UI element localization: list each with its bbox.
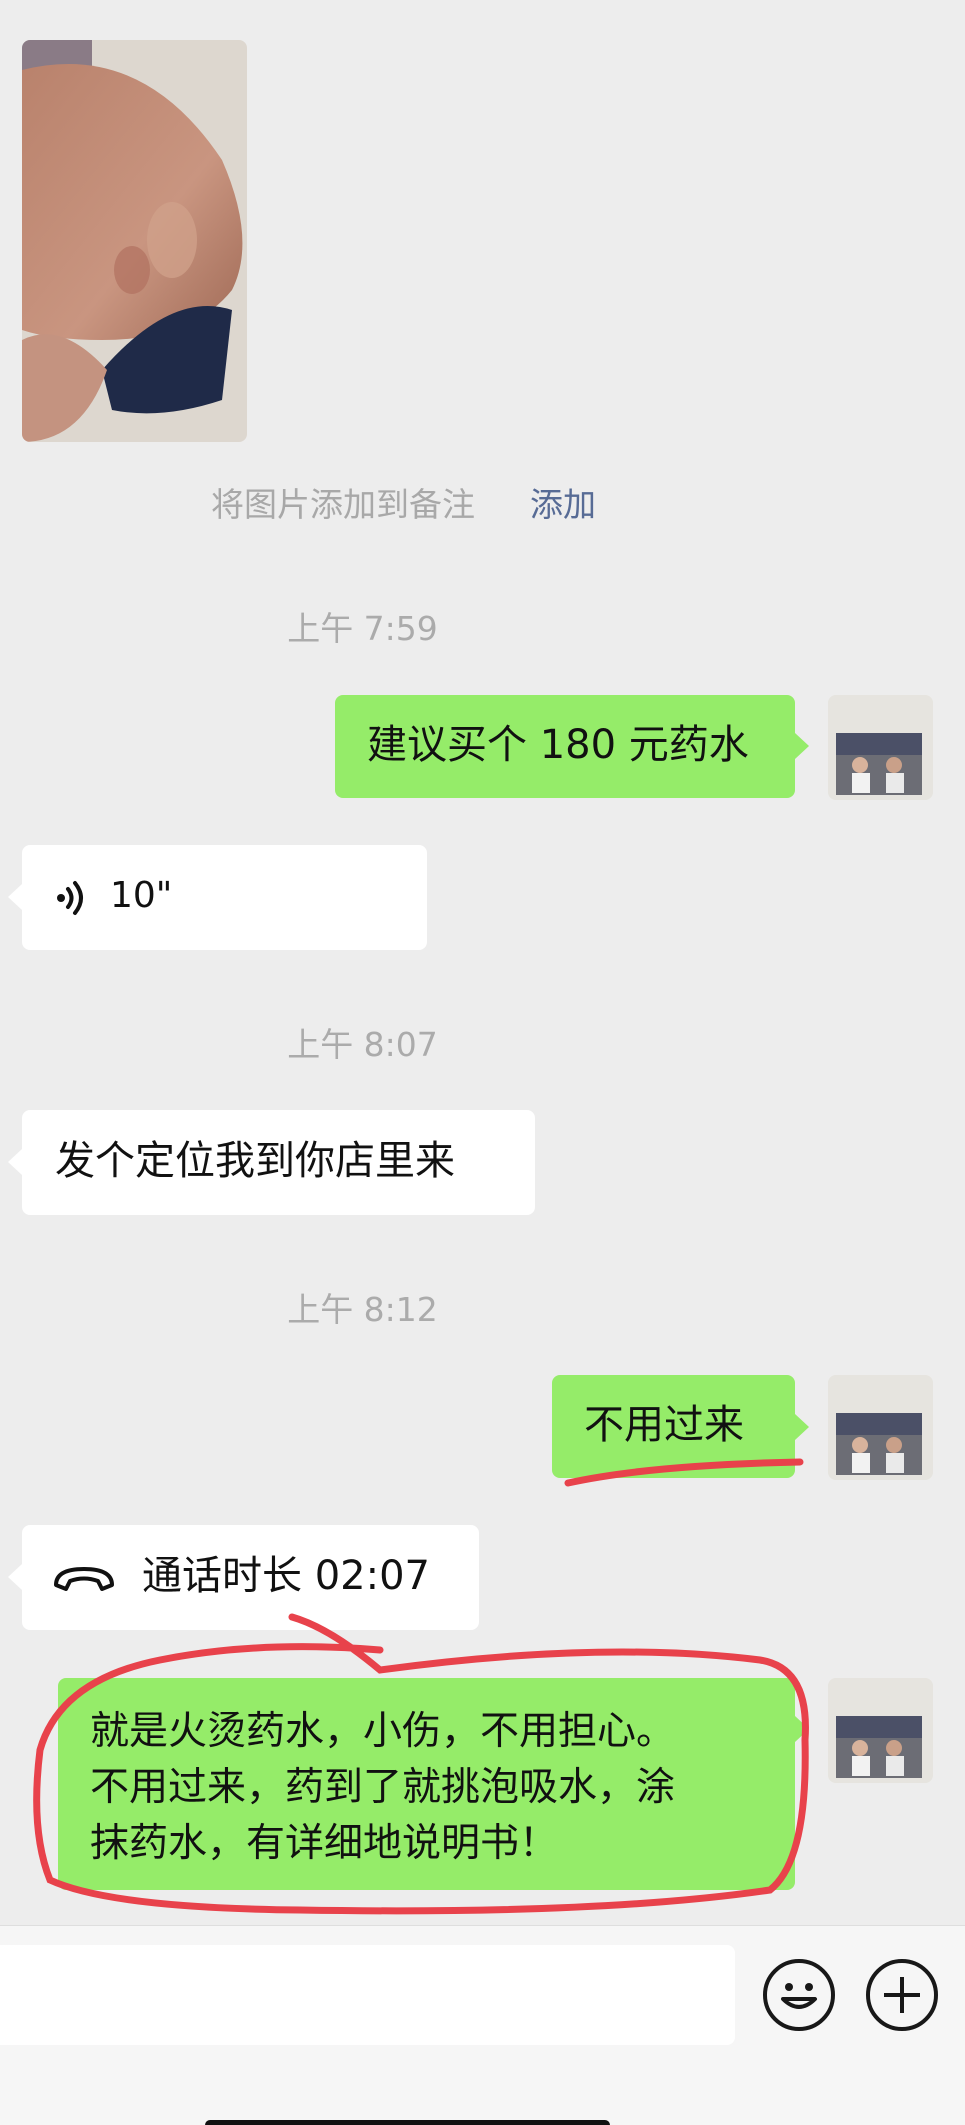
more-button[interactable]	[866, 1959, 938, 2031]
voice-wave-icon	[57, 881, 83, 915]
message-bubble-received[interactable]: 发个定位我到你店里来	[22, 1110, 535, 1215]
plus-icon	[884, 1977, 920, 2013]
home-indicator	[205, 2120, 610, 2125]
voice-duration: 10"	[110, 875, 173, 916]
message-line: 抹药水，有详细地说明书！	[90, 1821, 559, 1866]
message-bubble-sent[interactable]: 建议买个 180 元药水	[335, 695, 795, 798]
voice-message[interactable]: 10"	[22, 845, 427, 950]
message-text: 不用过来	[584, 1402, 744, 1448]
timestamp: 上午 8:07	[287, 1025, 438, 1064]
photo-message[interactable]	[22, 40, 247, 442]
bubble-tail	[795, 1716, 809, 1742]
add-note-link[interactable]: 添加	[530, 478, 596, 526]
bubble-tail	[8, 1564, 22, 1590]
my-avatar[interactable]	[828, 1678, 933, 1783]
bubble-tail	[8, 1149, 22, 1175]
emoji-icon	[781, 1983, 817, 2009]
bubble-tail	[8, 884, 22, 910]
phone-hangup-icon	[54, 1567, 114, 1591]
message-line: 就是火烫药水，小伤，不用担心。	[90, 1709, 676, 1754]
bubble-tail	[795, 1414, 809, 1440]
emoji-button[interactable]	[763, 1959, 835, 2031]
message-text: 发个定位我到你店里来	[55, 1138, 455, 1184]
message-text: 建议买个 180 元药水	[367, 722, 749, 768]
my-avatar[interactable]	[828, 695, 933, 800]
message-bubble-sent[interactable]: 不用过来	[552, 1375, 795, 1478]
my-avatar[interactable]	[828, 1375, 933, 1480]
message-input[interactable]	[0, 1945, 735, 2045]
bubble-tail	[795, 733, 809, 759]
timestamp: 上午 8:12	[287, 1290, 438, 1329]
photo-note-text: 将图片添加到备注	[211, 485, 475, 524]
message-bubble-sent[interactable]: 就是火烫药水，小伤，不用担心。 不用过来，药到了就挑泡吸水，涂 抹药水，有详细地…	[58, 1678, 795, 1890]
call-record-message[interactable]: 通话时长 02:07	[22, 1525, 479, 1630]
timestamp: 上午 7:59	[287, 609, 438, 648]
call-duration-text: 通话时长 02:07	[142, 1553, 430, 1599]
message-line: 不用过来，药到了就挑泡吸水，涂	[90, 1765, 676, 1810]
